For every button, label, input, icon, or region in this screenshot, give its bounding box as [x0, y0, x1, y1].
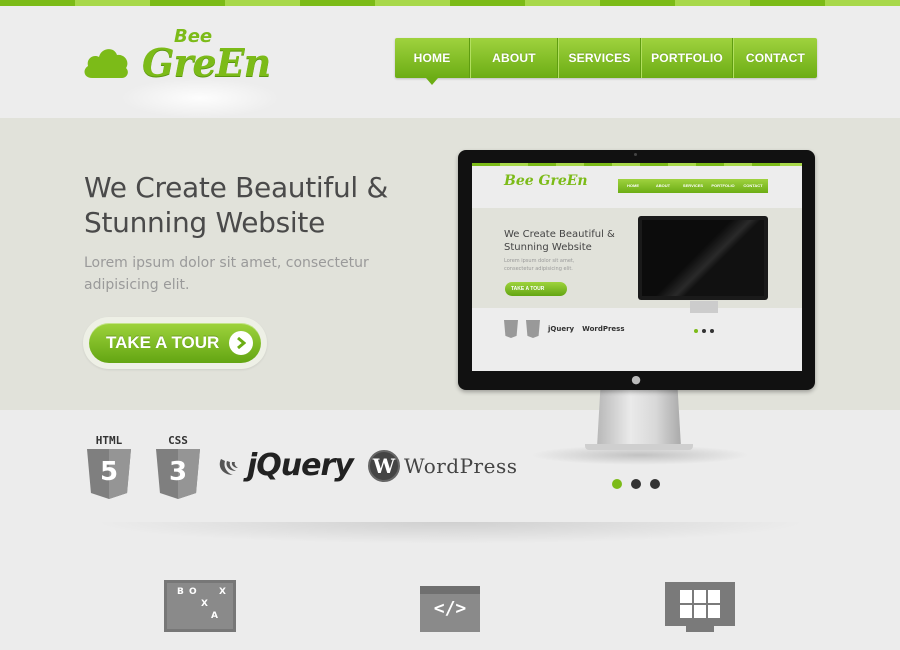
- slider-dot-2[interactable]: [631, 479, 641, 489]
- preview-hero: We Create Beautiful & Stunning Website L…: [472, 208, 802, 308]
- wordpress-logo: W WordPress: [368, 450, 517, 482]
- wordpress-text: WordPress: [404, 454, 518, 478]
- code-window-icon: </>: [420, 586, 480, 632]
- logo-glow: [120, 78, 280, 118]
- html5-badge: HTML 5: [87, 434, 131, 499]
- preview-logo: Bee GreEn: [504, 173, 588, 189]
- preview-tech-logos: jQuery WordPress: [504, 320, 625, 338]
- preview-nav-item: HOME: [627, 183, 639, 188]
- css3-label: CSS: [168, 434, 188, 447]
- strategy-board-icon: B O X X A: [164, 580, 236, 632]
- board-letter: B: [177, 587, 184, 597]
- slider-dot-1[interactable]: [612, 479, 622, 489]
- css3-number: 3: [168, 457, 188, 487]
- tech-logos: HTML 5 CSS 3 jQuery W WordPress: [0, 410, 900, 530]
- preview-top-stripe: [472, 163, 802, 166]
- header: Bee GreEn HOME ABOUT SERVICES PORTFOLIO …: [0, 6, 900, 118]
- preview-html5-icon: [504, 320, 518, 338]
- cloud-icon: [84, 49, 128, 78]
- preview-slider-dots: [694, 329, 714, 333]
- css3-shield-icon: 3: [156, 449, 200, 499]
- preview-monitor: [638, 216, 768, 300]
- css3-badge: CSS 3: [156, 434, 200, 499]
- display-stand: [686, 626, 714, 632]
- hero-title: We Create Beautiful & Stunning Website: [84, 171, 389, 239]
- html5-label: HTML: [95, 434, 123, 447]
- preview-jquery-logo: jQuery: [548, 325, 575, 333]
- apple-logo-icon: ●: [631, 373, 641, 386]
- preview-nav-item: PORTFOLIO: [711, 183, 735, 188]
- code-symbol: </>: [433, 598, 467, 619]
- preview-nav-item: CONTACT: [743, 183, 763, 188]
- jquery-logo: jQuery: [217, 448, 354, 483]
- jquery-swoosh-icon: [219, 458, 238, 475]
- monitor-screen: Bee GreEn HOME ABOUT SERVICES PORTFOLIO …: [472, 163, 802, 371]
- monitor-mockup: Bee GreEn HOME ABOUT SERVICES PORTFOLIO …: [458, 150, 815, 390]
- take-a-tour-button[interactable]: TAKE A TOUR: [89, 323, 261, 363]
- board-letter: X: [201, 599, 208, 609]
- nav-contact[interactable]: CONTACT: [733, 38, 817, 78]
- preview-monitor-stand: [690, 301, 718, 313]
- board-letter: O: [189, 587, 197, 597]
- slider-dot-3[interactable]: [650, 479, 660, 489]
- nav-services[interactable]: SERVICES: [558, 38, 641, 78]
- preview-nav-item: ABOUT: [655, 183, 671, 188]
- preview-subtitle: Lorem ipsum dolor sit amet, consectetur …: [504, 258, 575, 272]
- section-divider: [90, 522, 810, 544]
- wordpress-icon: W: [368, 450, 400, 482]
- board-letter: A: [211, 611, 218, 621]
- board-letter: X: [219, 587, 226, 597]
- take-a-tour-label: TAKE A TOUR: [106, 333, 220, 352]
- html5-number: 5: [99, 457, 119, 487]
- jquery-text: jQuery: [247, 448, 354, 483]
- nav-portfolio[interactable]: PORTFOLIO: [641, 38, 733, 78]
- html5-shield-icon: 5: [87, 449, 131, 499]
- preview-tour-button: TAKE A TOUR: [505, 282, 567, 296]
- preview-nav-item: SERVICES: [682, 183, 704, 188]
- preview-wordpress-logo: WordPress: [582, 325, 625, 333]
- hero-subtitle: Lorem ipsum dolor sit amet, consectetur …: [84, 255, 369, 293]
- nav-home[interactable]: HOME: [395, 38, 470, 85]
- chevron-right-icon: [229, 331, 253, 355]
- camera-dot: [634, 153, 637, 156]
- nav-about[interactable]: ABOUT: [470, 38, 558, 78]
- tour-button-frame: TAKE A TOUR: [83, 317, 267, 369]
- layout-display-icon: [665, 582, 735, 626]
- preview-title: We Create Beautiful & Stunning Website: [504, 229, 615, 253]
- preview-css3-icon: [526, 320, 540, 338]
- main-nav: HOME ABOUT SERVICES PORTFOLIO CONTACT: [395, 38, 817, 85]
- slider-dots: [612, 479, 660, 489]
- preview-nav: HOME ABOUT SERVICES PORTFOLIO CONTACT: [618, 179, 768, 193]
